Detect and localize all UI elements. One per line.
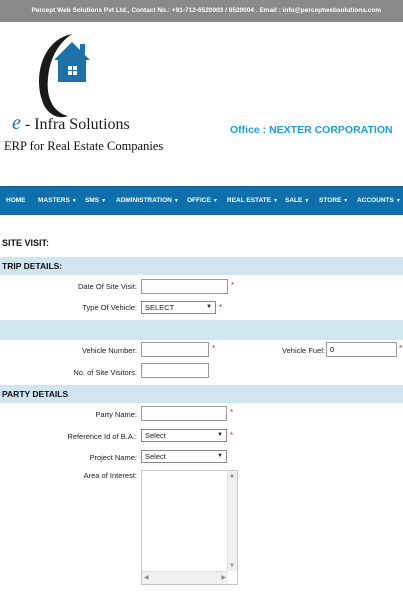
date-of-visit-label: Date Of Site Visit: (77, 282, 137, 291)
company-logo (39, 34, 90, 118)
project-name-select[interactable]: Select ▼ (141, 450, 227, 463)
scroll-down-icon[interactable]: ▼ (229, 563, 235, 569)
nav-label: STORE (319, 197, 342, 204)
chevron-down-icon: ▼ (173, 198, 179, 204)
party-name-input[interactable] (141, 406, 227, 421)
nav-sale[interactable]: SALE ▼ (285, 187, 309, 215)
required-mark: * (212, 344, 216, 353)
required-mark: * (231, 281, 235, 290)
nav-masters[interactable]: MASTERS ▼ (38, 187, 77, 215)
nav-label: HOME (6, 197, 26, 204)
select-value: Select (145, 452, 166, 461)
main-nav: HOME MASTERS ▼ SMS ▼ ADMINISTRATION ▼ OFFIC… (0, 186, 403, 215)
nav-accounts[interactable]: ACCOUNTS ▼ (357, 187, 401, 215)
chevron-down-icon: ▼ (206, 304, 212, 310)
nav-store[interactable]: STORE ▼ (319, 187, 348, 215)
section-title: PARTY DETAILS (2, 389, 69, 399)
party-details-header: PARTY DETAILS (0, 385, 403, 403)
vehicle-number-input[interactable] (141, 342, 209, 357)
trip-details-header: TRIP DETAILS: (0, 257, 403, 275)
vehicle-type-label: Type Of Vehicle: (82, 303, 137, 312)
vertical-scrollbar[interactable]: ▲ ▼ (227, 471, 237, 571)
nav-label: SALE (285, 197, 303, 204)
select-value: Select (145, 431, 166, 440)
chevron-down-icon: ▼ (217, 453, 223, 459)
scroll-right-icon[interactable]: ▶ (221, 574, 226, 581)
chevron-down-icon: ▼ (343, 198, 349, 204)
office-name: Office : NEXTER CORPORATION (230, 124, 393, 136)
required-mark: * (230, 431, 234, 440)
chevron-down-icon: ▼ (273, 198, 279, 204)
chevron-down-icon: ▼ (101, 198, 107, 204)
scroll-left-icon[interactable]: ◀ (144, 574, 149, 581)
party-name-label: Party Name: (95, 410, 137, 419)
area-of-interest-label: Area of Interest: (83, 471, 137, 480)
brand-name-text: - Infra Solutions (20, 116, 130, 133)
nav-real-estate[interactable]: REAL ESTATE ▼ (227, 187, 278, 215)
required-mark: * (230, 408, 234, 417)
site-visitors-input[interactable] (141, 363, 209, 378)
brand-name: e - Infra Solutions (12, 112, 130, 135)
nav-label: SMS (85, 197, 100, 204)
nav-label: OFFICE (187, 197, 211, 204)
project-name-label: Project Name: (89, 453, 137, 462)
required-mark: * (219, 303, 223, 312)
nav-office[interactable]: OFFICE ▼ (187, 187, 218, 215)
reference-id-label: Reference Id of B.A.: (67, 432, 137, 441)
select-value: SELECT (145, 303, 175, 312)
chevron-down-icon: ▼ (395, 198, 401, 204)
site-visitors-label: No. of Site Visitors: (73, 368, 137, 377)
contact-bar: Percept Web Solutions Pvt Ltd., Contact … (0, 0, 403, 22)
chevron-down-icon: ▼ (304, 198, 310, 204)
nav-label: ADMINISTRATION (116, 197, 172, 204)
vehicle-number-label: Vehicle Number: (81, 346, 137, 355)
brand-e: e (12, 112, 21, 134)
scroll-up-icon[interactable]: ▲ (229, 473, 235, 479)
nav-home[interactable]: HOME (6, 187, 26, 215)
chevron-down-icon: ▼ (212, 198, 218, 204)
nav-label: MASTERS (38, 197, 70, 204)
required-mark: * (399, 344, 403, 353)
vehicle-type-select[interactable]: SELECT ▼ (141, 301, 216, 314)
nav-label: ACCOUNTS (357, 197, 394, 204)
page-title: SITE VISIT: (2, 238, 50, 248)
nav-label: REAL ESTATE (227, 197, 272, 204)
horizontal-scrollbar[interactable]: ◀ ▶ (142, 571, 228, 584)
brand-tagline: ERP for Real Estate Companies (4, 139, 164, 153)
vehicle-fuel-input[interactable] (326, 342, 397, 357)
area-of-interest-list[interactable]: ▲ ▼ ◀ ▶ (141, 470, 238, 585)
date-of-visit-input[interactable] (141, 279, 228, 294)
reference-id-select[interactable]: Select ▼ (141, 429, 227, 442)
vehicle-fuel-label: Vehicle Fuel: (282, 346, 325, 355)
nav-sms[interactable]: SMS ▼ (85, 187, 106, 215)
section-title: TRIP DETAILS: (2, 261, 63, 271)
chevron-down-icon: ▼ (71, 198, 77, 204)
nav-administration[interactable]: ADMINISTRATION ▼ (116, 187, 179, 215)
chevron-down-icon: ▼ (217, 432, 223, 438)
section-divider (0, 320, 403, 340)
